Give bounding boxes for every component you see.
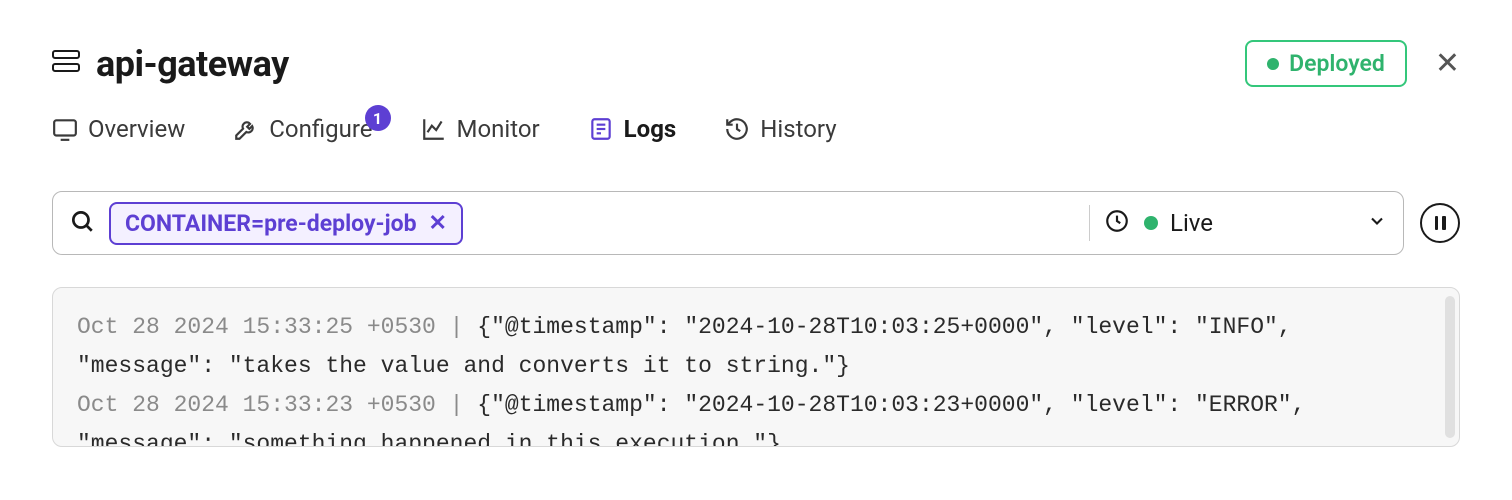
scrollbar[interactable] [1445,296,1455,438]
divider [1089,205,1090,241]
tab-overview[interactable]: Overview [52,115,185,143]
tab-label: Monitor [457,115,540,143]
wrench-icon [233,116,259,142]
log-line: Oct 28 2024 15:33:23 +0530 | {"@timestam… [77,386,1435,447]
filter-chip[interactable]: CONTAINER=pre-deploy-job ✕ [109,202,463,245]
log-timestamp: Oct 28 2024 15:33:25 +0530 [77,314,436,340]
filter-chip-label: CONTAINER=pre-deploy-job [125,210,417,237]
remove-filter-icon[interactable]: ✕ [429,211,447,236]
logs-panel[interactable]: Oct 28 2024 15:33:25 +0530 | {"@timestam… [52,287,1460,447]
log-separator: | [436,392,477,418]
server-icon [52,50,80,78]
history-icon [724,116,750,142]
tab-label: Logs [624,115,677,143]
page-title: api-gateway [96,43,289,85]
header-left: api-gateway [52,43,289,85]
logs-icon [588,116,614,142]
log-timestamp: Oct 28 2024 15:33:23 +0530 [77,392,436,418]
tabs: Overview Configure 1 Monitor Logs Histor… [52,115,1460,143]
page-header: api-gateway Deployed ✕ [52,40,1460,87]
live-label: Live [1170,209,1213,237]
status-label: Deployed [1289,50,1385,77]
tab-label: History [760,115,836,143]
tab-label: Configure [269,115,372,143]
status-badge: Deployed [1245,40,1407,87]
log-separator: | [436,314,477,340]
configure-badge: 1 [365,105,391,131]
tab-logs[interactable]: Logs [588,115,677,143]
monitor-screen-icon [52,116,78,142]
header-right: Deployed ✕ [1245,40,1460,87]
tab-label: Overview [88,115,185,143]
log-line: Oct 28 2024 15:33:25 +0530 | {"@timestam… [77,308,1435,386]
pause-button[interactable] [1420,203,1460,243]
search-icon [69,208,95,238]
search-container[interactable]: CONTAINER=pre-deploy-job ✕ Live [52,191,1404,255]
live-dot-icon [1144,216,1158,230]
clock-icon [1104,208,1130,238]
status-dot-icon [1267,58,1279,70]
tab-monitor[interactable]: Monitor [421,115,540,143]
tab-history[interactable]: History [724,115,836,143]
time-range-selector[interactable]: Live [1144,209,1353,237]
close-button[interactable]: ✕ [1435,49,1460,79]
search-row: CONTAINER=pre-deploy-job ✕ Live [52,191,1460,255]
chart-line-icon [421,116,447,142]
tab-configure[interactable]: Configure 1 [233,115,372,143]
chevron-down-icon[interactable] [1367,211,1387,236]
